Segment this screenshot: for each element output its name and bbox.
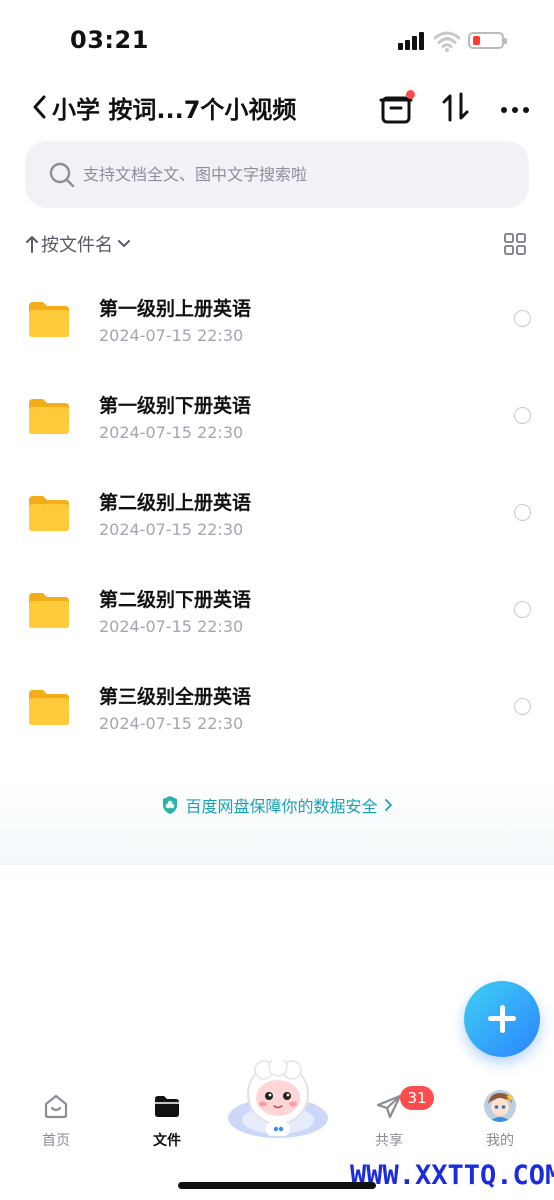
- file-row[interactable]: 第一级别上册英语 2024-07-15 22:30: [0, 270, 554, 367]
- security-banner: 百度网盘保障你的数据安全: [0, 775, 554, 865]
- tab-files[interactable]: 文件: [122, 1090, 212, 1156]
- search-input[interactable]: [83, 141, 503, 208]
- file-date: 2024-07-15 22:30: [99, 617, 244, 636]
- chevron-down-icon: [118, 240, 130, 247]
- folder-icon: [29, 399, 69, 434]
- battery-icon: [468, 32, 507, 49]
- file-row[interactable]: 第三级别全册英语 2024-07-15 22:30: [0, 658, 554, 755]
- folder-icon: [155, 1096, 179, 1117]
- folder-icon: [29, 496, 69, 531]
- tab-label: 共享: [375, 1133, 403, 1149]
- tab-label: 首页: [42, 1133, 70, 1149]
- tab-home[interactable]: 首页: [11, 1090, 101, 1156]
- send-icon: [376, 1094, 402, 1119]
- status-time: 03:21: [70, 26, 149, 54]
- share-badge: 31: [400, 1086, 434, 1110]
- shield-icon: [163, 796, 178, 814]
- sort-toggle-button[interactable]: [437, 88, 475, 126]
- wifi-icon: [434, 31, 460, 52]
- mascot-button[interactable]: [226, 1060, 330, 1142]
- more-button[interactable]: [496, 88, 534, 126]
- search-box[interactable]: [25, 141, 529, 208]
- sort-label: 按文件名: [41, 235, 113, 256]
- file-date: 2024-07-15 22:30: [99, 326, 244, 345]
- file-name: 第一级别下册英语: [99, 395, 252, 417]
- select-radio[interactable]: [514, 601, 531, 618]
- page-title: 小学 按词...7个小视频: [52, 96, 297, 124]
- file-date: 2024-07-15 22:30: [99, 423, 244, 442]
- more-dots-icon: [501, 107, 529, 113]
- watermark: WWW.XXTTQ.COM: [350, 1160, 554, 1191]
- file-name: 第三级别全册英语: [99, 686, 252, 708]
- file-name: 第二级别下册英语: [99, 589, 252, 611]
- chevron-right-icon: [384, 799, 392, 811]
- sort-by-name-button[interactable]: 按文件名: [25, 229, 131, 259]
- file-name: 第一级别上册英语: [99, 298, 252, 320]
- select-radio[interactable]: [514, 310, 531, 327]
- file-row[interactable]: 第一级别下册英语 2024-07-15 22:30: [0, 367, 554, 464]
- avatar[interactable]: [484, 1090, 516, 1122]
- back-icon[interactable]: [30, 92, 50, 122]
- file-row[interactable]: 第二级别上册英语 2024-07-15 22:30: [0, 464, 554, 561]
- search-icon: [49, 162, 75, 188]
- tab-label: 我的: [486, 1133, 514, 1149]
- file-name: 第二级别上册英语: [99, 492, 252, 514]
- cellular-signal-icon: [398, 32, 426, 50]
- nav-bar: 小学 按词...7个小视频: [0, 82, 554, 132]
- folder-icon: [29, 593, 69, 628]
- security-text: 百度网盘保障你的数据安全: [185, 797, 378, 816]
- select-radio[interactable]: [514, 504, 531, 521]
- sort-arrows-icon: [442, 92, 469, 122]
- tab-label: 文件: [153, 1133, 181, 1149]
- notification-dot: [406, 90, 415, 99]
- folder-icon: [29, 690, 69, 725]
- security-link[interactable]: 百度网盘保障你的数据安全: [0, 793, 554, 817]
- select-radio[interactable]: [514, 407, 531, 424]
- home-icon: [44, 1094, 68, 1119]
- status-bar: 03:21: [0, 0, 554, 80]
- add-button[interactable]: [464, 981, 540, 1057]
- file-date: 2024-07-15 22:30: [99, 714, 244, 733]
- arrow-up-icon: [26, 236, 38, 253]
- select-radio[interactable]: [514, 698, 531, 715]
- folder-icon: [29, 302, 69, 337]
- home-indicator: [178, 1182, 376, 1189]
- transfer-box-button[interactable]: [378, 88, 416, 126]
- file-date: 2024-07-15 22:30: [99, 520, 244, 539]
- sort-row: 按文件名: [0, 225, 554, 263]
- file-row[interactable]: 第二级别下册英语 2024-07-15 22:30: [0, 561, 554, 658]
- grid-view-icon[interactable]: [504, 233, 526, 255]
